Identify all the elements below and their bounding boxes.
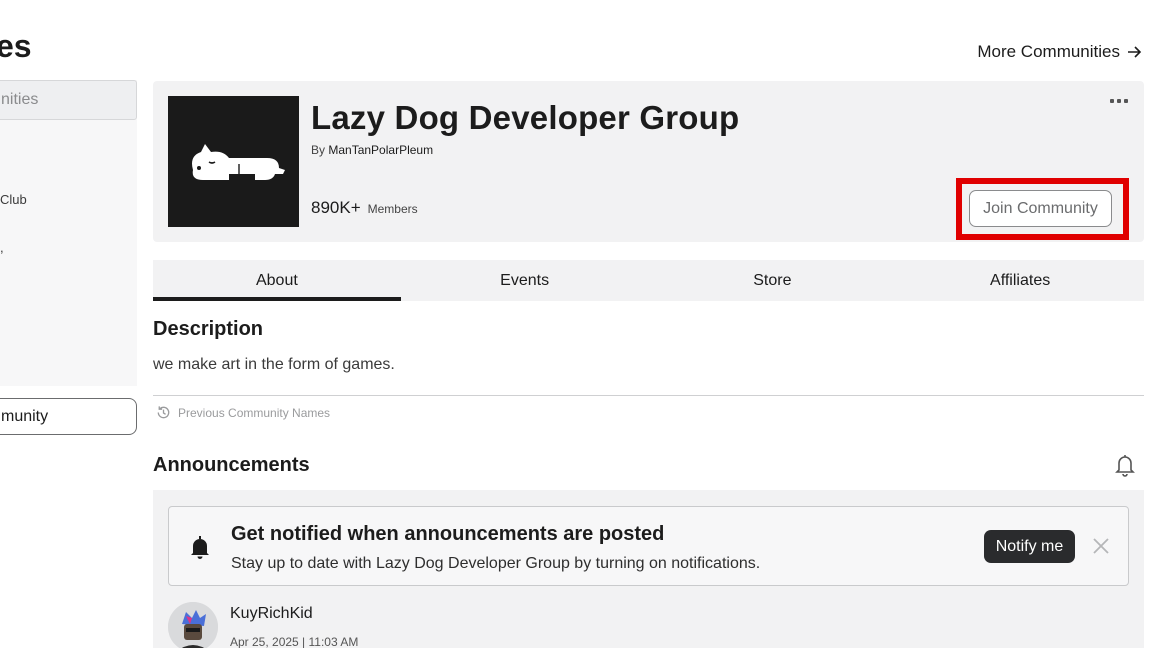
history-icon: [157, 406, 170, 419]
avatar[interactable]: [168, 602, 218, 648]
description-text: we make art in the form of games.: [153, 356, 395, 373]
community-name: Lazy Dog Developer Group: [311, 99, 740, 136]
tab-about[interactable]: About: [153, 260, 401, 301]
member-count: 890K+ Members: [311, 198, 418, 218]
arrow-right-icon: [1128, 46, 1142, 58]
community-header: Lazy Dog Developer Group By ManTanPolarP…: [153, 81, 1144, 242]
community-owner: By ManTanPolarPleum: [311, 143, 433, 157]
create-community-label: munity: [1, 408, 49, 425]
member-count-label: Members: [367, 202, 418, 216]
create-community-button[interactable]: munity: [0, 398, 137, 435]
bell-icon[interactable]: [1113, 452, 1137, 478]
tab-store[interactable]: Store: [649, 260, 897, 301]
notify-subtitle: Stay up to date with Lazy Dog Developer …: [231, 555, 761, 572]
notify-me-button[interactable]: Notify me: [984, 530, 1075, 563]
post-timestamp: Apr 25, 2025 | 11:03 AM: [230, 635, 359, 648]
divider: [153, 395, 1144, 396]
close-icon[interactable]: [1091, 536, 1111, 556]
notification-banner: Get notified when announcements are post…: [168, 506, 1129, 586]
announcements-heading: Announcements: [153, 454, 310, 476]
member-count-value: 890K+: [311, 198, 361, 217]
bell-icon: [191, 536, 209, 559]
sidebar: nities Club ,: [0, 80, 137, 386]
more-communities-link[interactable]: More Communities: [977, 42, 1142, 62]
previous-names-label: Previous Community Names: [178, 405, 331, 420]
owner-prefix: By: [311, 143, 326, 157]
sidebar-item-fragment[interactable]: ,: [0, 240, 4, 255]
join-community-button[interactable]: Join Community: [969, 190, 1112, 227]
tab-bar: About Events Store Affiliates: [153, 260, 1144, 301]
description-heading: Description: [153, 318, 264, 340]
owner-link[interactable]: ManTanPolarPleum: [328, 143, 433, 157]
search-input[interactable]: nities: [0, 80, 137, 120]
previous-names-link[interactable]: Previous Community Names: [155, 404, 330, 421]
post-author[interactable]: KuyRichKid: [230, 605, 313, 623]
avatar-image: [168, 602, 218, 648]
more-options-icon[interactable]: [1110, 95, 1130, 107]
search-placeholder: nities: [1, 91, 39, 108]
community-logo: [168, 96, 299, 227]
tab-events[interactable]: Events: [401, 260, 649, 301]
more-communities-label: More Communities: [977, 42, 1120, 61]
sidebar-item-club[interactable]: Club: [0, 192, 27, 207]
page-title: es: [0, 28, 32, 64]
notify-title: Get notified when announcements are post…: [231, 523, 665, 545]
tab-affiliates[interactable]: Affiliates: [896, 260, 1144, 301]
dog-logo: [191, 143, 285, 180]
